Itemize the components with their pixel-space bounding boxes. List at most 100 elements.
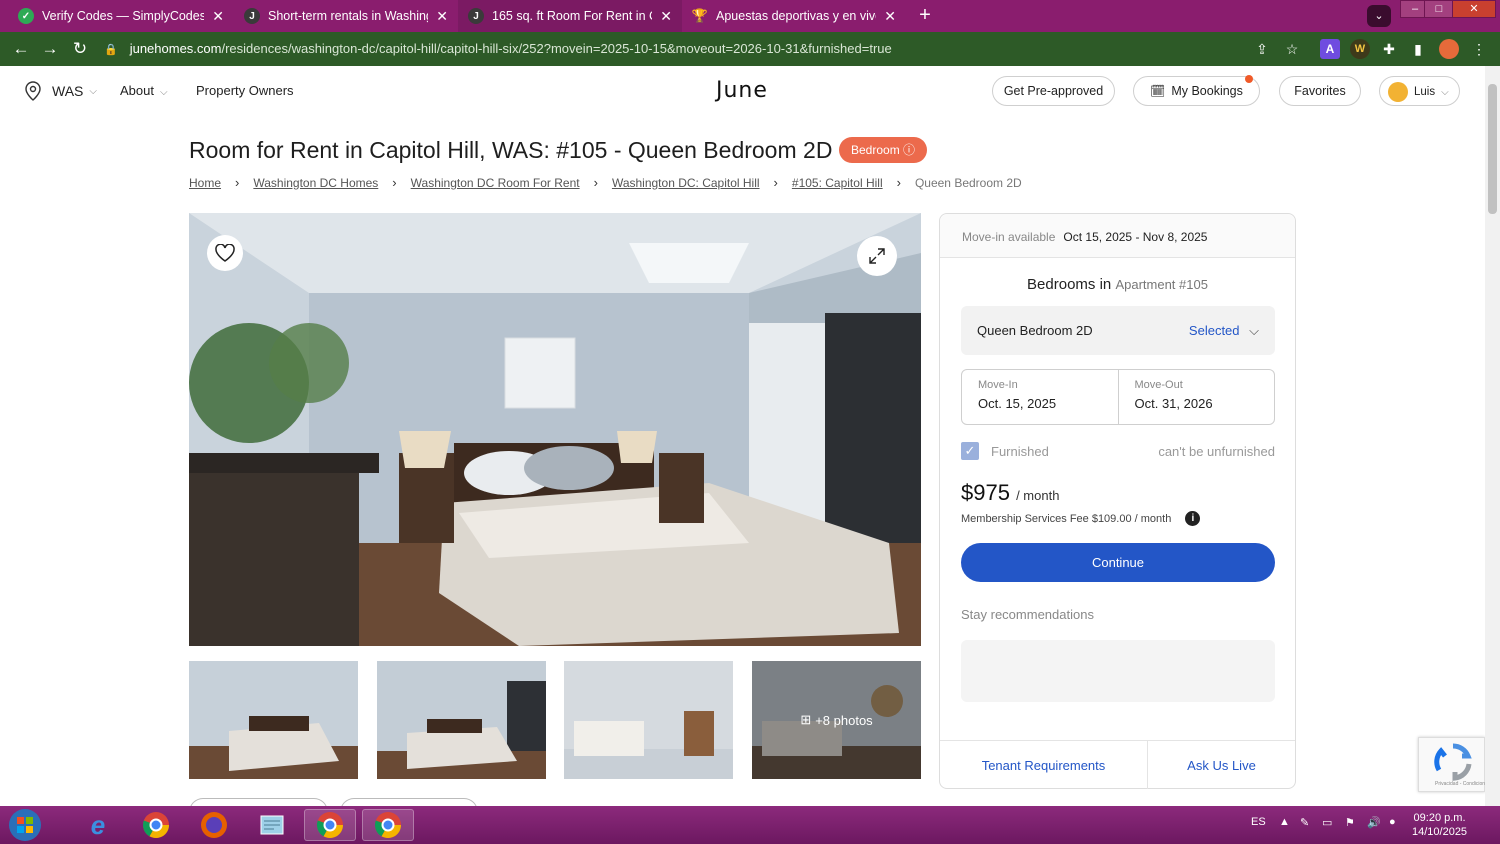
close-tab-icon[interactable]: ✕ <box>212 8 224 25</box>
june-j-icon: J <box>468 8 484 24</box>
breadcrumb-current: Queen Bedroom 2D <box>914 175 1022 190</box>
chevron-down-icon: ⌵ <box>89 85 97 97</box>
room-selector[interactable]: Queen Bedroom 2D Selected ⌵ <box>961 306 1275 355</box>
chevron-down-icon: ⌵ <box>1441 87 1449 98</box>
membership-fee: Membership Services Fee $109.00 / month … <box>961 511 1201 526</box>
reload-button[interactable]: ↻ <box>69 38 91 60</box>
furnished-checkbox[interactable]: ✓ <box>961 442 979 460</box>
scrollbar-thumb[interactable] <box>1488 84 1497 214</box>
taskbar-chrome-window-1[interactable] <box>304 809 356 841</box>
chevron-down-icon: ⌵ <box>1249 323 1259 338</box>
expand-photo-button[interactable] <box>857 236 897 276</box>
thumbnail-image <box>189 661 358 779</box>
chevron-right-icon: › <box>235 175 240 190</box>
taskbar-firefox[interactable] <box>188 809 240 841</box>
share-icon[interactable]: ⇪ <box>1252 39 1272 59</box>
action-center-flag-icon[interactable]: ⚑ <box>1345 816 1355 829</box>
volume-icon[interactable]: 🔊 <box>1367 816 1381 829</box>
new-tab-button[interactable]: + <box>914 5 936 27</box>
close-window-button[interactable]: ✕ <box>1452 0 1496 18</box>
network-icon[interactable]: ▭ <box>1322 816 1332 829</box>
maximize-button[interactable]: □ <box>1424 0 1454 18</box>
heart-icon <box>215 244 235 262</box>
thumbnail-photo-2[interactable] <box>377 661 546 779</box>
windows-taskbar: e ES ▲ ✎ ▭ ⚑ 🔊 ● 09:20 p.m. 14/10/2025 <box>0 806 1500 844</box>
stay-recommendations-label: Stay recommendations <box>961 607 1094 622</box>
sync-status-icon[interactable]: ● <box>1389 816 1396 828</box>
get-preapproved-button[interactable]: Get Pre-approved <box>992 76 1115 106</box>
bookmark-star-icon[interactable]: ☆ <box>1282 39 1302 59</box>
close-tab-icon[interactable]: ✕ <box>884 8 896 25</box>
breadcrumb-105[interactable]: #105: Capitol Hill <box>792 176 883 190</box>
tab-apuestas[interactable]: 🏆 Apuestas deportivas y en vivo 24 ✕ <box>682 0 906 32</box>
back-button[interactable]: ← <box>10 38 32 60</box>
tab-june-room[interactable]: J 165 sq. ft Room For Rent in Capit ✕ <box>458 0 682 32</box>
breadcrumb-dc-room[interactable]: Washington DC Room For Rent <box>411 176 580 190</box>
taskbar-chrome-window-2[interactable] <box>362 809 414 841</box>
nav-property-owners[interactable]: Property Owners <box>196 83 294 98</box>
june-logo[interactable]: June <box>716 78 768 103</box>
browser-menu-icon[interactable]: ⋮ <box>1469 39 1489 59</box>
trophy-icon: 🏆 <box>691 8 709 23</box>
user-menu-button[interactable]: Luis ⌵ <box>1379 76 1460 106</box>
url-field[interactable]: 🔒 junehomes.com/residences/washington-dc/… <box>104 37 1320 61</box>
taskbar-notes[interactable] <box>246 809 298 841</box>
favorites-button[interactable]: Favorites <box>1279 76 1361 106</box>
location-selector[interactable]: WAS ⌵ <box>24 81 97 101</box>
main-listing-photo[interactable] <box>189 213 921 646</box>
language-indicator[interactable]: ES <box>1251 816 1266 828</box>
room-type-badge[interactable]: Bedroom ⓘ <box>839 137 928 163</box>
favorite-heart-button[interactable] <box>207 235 243 271</box>
ask-us-live-link[interactable]: Ask Us Live <box>1147 741 1295 789</box>
tab-simplycodes[interactable]: ✓ Verify Codes — SimplyCodes ✕ <box>8 0 234 32</box>
recaptcha-icon <box>1434 743 1472 781</box>
extensions-puzzle-icon[interactable]: ✚ <box>1379 39 1399 59</box>
thumbnail-photo-3[interactable] <box>564 661 733 779</box>
my-bookings-button[interactable]: 🗓 My Bookings <box>1133 75 1260 106</box>
close-tab-icon[interactable]: ✕ <box>436 8 448 25</box>
grid-icon: ⊞ <box>800 712 812 727</box>
chrome-icon <box>316 812 344 839</box>
simplycodes-check-icon: ✓ <box>18 8 34 24</box>
thumbnail-photo-1[interactable] <box>189 661 358 779</box>
forward-button[interactable]: → <box>39 38 61 60</box>
show-hidden-icons[interactable]: ▲ <box>1279 816 1290 828</box>
system-clock[interactable]: 09:20 p.m. 14/10/2025 <box>1412 811 1467 839</box>
profile-avatar-icon[interactable] <box>1439 39 1459 59</box>
page-scrollbar[interactable] <box>1485 66 1500 806</box>
extension-w-icon[interactable]: W <box>1350 39 1370 59</box>
tab-search-button[interactable]: ⌄ <box>1367 5 1391 27</box>
chevron-right-icon: › <box>392 175 397 190</box>
taskbar-ie[interactable]: e <box>72 809 124 841</box>
help-circle-icon: ⓘ <box>903 143 916 157</box>
firefox-icon <box>201 812 227 838</box>
tab-june-short-term[interactable]: J Short-term rentals in Washington ✕ <box>234 0 458 32</box>
breadcrumb-dc-homes[interactable]: Washington DC Homes <box>253 176 378 190</box>
more-photos-overlay[interactable]: ⊞ +8 photos <box>752 661 921 779</box>
close-tab-icon[interactable]: ✕ <box>660 8 672 25</box>
extension-a-icon[interactable]: A <box>1320 39 1340 59</box>
move-out-field[interactable]: Move-Out Oct. 31, 2026 <box>1117 370 1275 424</box>
chevron-down-icon: ⌵ <box>159 87 168 98</box>
tenant-requirements-link[interactable]: Tenant Requirements <box>940 741 1147 789</box>
breadcrumb-home[interactable]: Home <box>189 176 221 190</box>
nav-about[interactable]: About ⌵ <box>120 83 168 98</box>
taskbar-chrome[interactable] <box>130 809 182 841</box>
chevron-right-icon: › <box>773 175 778 190</box>
date-range-picker: Move-In Oct. 15, 2025 Move-Out Oct. 31, … <box>961 369 1275 425</box>
pen-icon[interactable]: ✎ <box>1300 816 1309 829</box>
continue-button[interactable]: Continue <box>961 543 1275 582</box>
user-avatar <box>1388 81 1408 102</box>
info-icon[interactable]: i <box>1185 511 1201 526</box>
start-button[interactable] <box>0 809 50 841</box>
expand-icon <box>869 248 885 264</box>
side-panel-icon[interactable]: ▮ <box>1408 39 1428 59</box>
breadcrumb-capitol-hill[interactable]: Washington DC: Capitol Hill <box>612 176 760 190</box>
booking-card-footer: Tenant Requirements Ask Us Live <box>940 740 1295 789</box>
notepad-icon <box>260 815 284 835</box>
chevron-right-icon: › <box>593 175 598 190</box>
lock-icon[interactable]: 🔒 <box>104 38 118 61</box>
stay-recommendations-placeholder <box>961 640 1275 702</box>
recaptcha-badge[interactable]: Privacidad - Condiciones <box>1418 737 1490 792</box>
move-in-field[interactable]: Move-In Oct. 15, 2025 <box>962 370 1118 424</box>
